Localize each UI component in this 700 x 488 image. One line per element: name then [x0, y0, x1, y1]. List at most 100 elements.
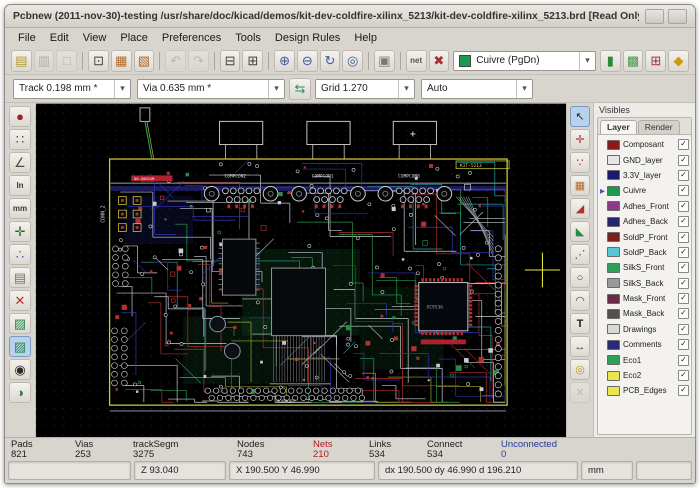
chevron-down-icon[interactable]: ▾: [516, 79, 532, 98]
local-ratsnest-button[interactable]: ∵: [570, 152, 590, 173]
chevron-down-icon[interactable]: ▾: [578, 51, 595, 70]
layer-row[interactable]: SilkS_Front ✓: [599, 260, 690, 275]
layer-color-swatch[interactable]: [607, 339, 620, 350]
layer-color-swatch[interactable]: [607, 247, 620, 258]
menu-view[interactable]: View: [76, 30, 114, 46]
layer-row[interactable]: SoldP_Back ✓: [599, 245, 690, 260]
zoom-select[interactable]: Auto ▾: [421, 78, 533, 99]
layer-visible-checkbox[interactable]: ✓: [678, 293, 689, 305]
layer-row[interactable]: Adhes_Back ✓: [599, 214, 690, 229]
layer-row[interactable]: Comments ✓: [599, 337, 690, 352]
layer-color-swatch[interactable]: [607, 278, 620, 289]
layer-color-swatch[interactable]: [607, 185, 620, 196]
grid-toggle-button[interactable]: ∷: [9, 129, 31, 150]
layer-row[interactable]: 3.3V_layer ✓: [599, 168, 690, 183]
close-button[interactable]: [668, 8, 687, 24]
layer-row[interactable]: Eco2 ✓: [599, 368, 690, 383]
design-rules-button[interactable]: ◆: [668, 49, 689, 72]
title-bar[interactable]: Pcbnew (2011-nov-30)-testing /usr/share/…: [5, 5, 695, 28]
tab-render[interactable]: Render: [637, 120, 680, 134]
layer-visible-checkbox[interactable]: ✓: [678, 200, 689, 212]
layer-visible-checkbox[interactable]: ✓: [678, 354, 689, 366]
layer-color-swatch[interactable]: [607, 355, 620, 366]
layer-row[interactable]: SilkS_Back ✓: [599, 276, 690, 291]
layer-row[interactable]: Drawings ✓: [599, 322, 690, 337]
module-viewer-button[interactable]: ▧: [133, 49, 155, 72]
units-mm-button[interactable]: mm: [9, 198, 31, 219]
layer-visible-checkbox[interactable]: ✓: [678, 139, 689, 151]
module-ratsnest-show-button[interactable]: ▤: [9, 267, 31, 288]
track-width-select[interactable]: Track 0.198 mm * ▾: [13, 78, 131, 99]
polar-coords-button[interactable]: ∠: [9, 152, 31, 173]
layer-visible-checkbox[interactable]: ✓: [678, 154, 689, 166]
layer-visible-checkbox[interactable]: ✓: [678, 246, 689, 258]
netlist-button[interactable]: net: [405, 49, 427, 72]
menu-help[interactable]: Help: [347, 30, 384, 46]
layer-row[interactable]: PCB_Edges ✓: [599, 383, 690, 398]
layer-visible-checkbox[interactable]: ✓: [678, 370, 689, 382]
redraw-button[interactable]: ↻: [319, 49, 341, 72]
maximize-button[interactable]: [645, 8, 664, 24]
layer-row[interactable]: Mask_Front ✓: [599, 291, 690, 306]
layer-row[interactable]: SoldP_Front ✓: [599, 229, 690, 244]
add-keepout-button[interactable]: ⋰: [570, 244, 590, 265]
layer-color-swatch[interactable]: [607, 155, 620, 166]
page-settings-button[interactable]: ⊡: [88, 49, 109, 72]
layer-visible-checkbox[interactable]: ✓: [678, 323, 689, 335]
grid-frame-button[interactable]: ⊞: [645, 49, 667, 72]
zoom-out-button[interactable]: ⊖: [296, 49, 318, 72]
add-module-button[interactable]: ▦: [570, 175, 590, 196]
layer-color-swatch[interactable]: [607, 262, 620, 273]
zones-show-button[interactable]: ▨: [9, 313, 31, 334]
add-target-button[interactable]: ◎: [570, 359, 590, 380]
print-button[interactable]: ⊟: [219, 49, 241, 72]
menu-file[interactable]: File: [11, 30, 43, 46]
layer-visible-checkbox[interactable]: ✓: [678, 216, 689, 228]
drc-ladybug-button[interactable]: ●: [9, 106, 31, 127]
menu-design-rules[interactable]: Design Rules: [268, 30, 347, 46]
add-text-button[interactable]: T: [570, 313, 590, 334]
drc-bug-button[interactable]: ✖: [428, 49, 450, 72]
layer-color-swatch[interactable]: [607, 232, 620, 243]
open-board-button[interactable]: ▤: [11, 49, 32, 72]
layer-visible-checkbox[interactable]: ✓: [678, 231, 689, 243]
ratsnest-show-button[interactable]: ∴: [9, 244, 31, 265]
autodel-tracks-button[interactable]: ✕: [9, 290, 31, 311]
layer-color-swatch[interactable]: [607, 216, 620, 227]
menu-preferences[interactable]: Preferences: [155, 30, 228, 46]
layer-color-swatch[interactable]: [607, 370, 620, 381]
module-editor-button[interactable]: ▦: [110, 49, 132, 72]
layer-visible-checkbox[interactable]: ✓: [678, 308, 689, 320]
tab-layer[interactable]: Layer: [600, 120, 637, 134]
via-size-select[interactable]: Via 0.635 mm * ▾: [137, 78, 285, 99]
units-inch-button[interactable]: In: [9, 175, 31, 196]
layer-color-swatch[interactable]: [607, 324, 620, 335]
menu-tools[interactable]: Tools: [228, 30, 268, 46]
layer-color-swatch[interactable]: [607, 139, 620, 150]
chevron-down-icon[interactable]: ▾: [268, 79, 284, 98]
grid-select[interactable]: Grid 1.270 ▾: [315, 78, 415, 99]
layer-row[interactable]: Composant ✓: [599, 137, 690, 152]
find-button[interactable]: ▣: [374, 49, 395, 72]
layer-visible-checkbox[interactable]: ✓: [678, 339, 689, 351]
high-contrast-button[interactable]: ◑: [9, 382, 31, 403]
select-tool-button[interactable]: ↖: [570, 106, 590, 127]
zones-outline-button[interactable]: ▨: [9, 336, 31, 357]
layer-color-swatch[interactable]: [607, 308, 620, 319]
plot-button[interactable]: ⊞: [242, 49, 264, 72]
track-mode-button[interactable]: ▮: [599, 49, 621, 72]
layer-visible-checkbox[interactable]: ✓: [678, 169, 689, 181]
layer-row[interactable]: Eco1 ✓: [599, 352, 690, 367]
layer-visible-checkbox[interactable]: ✓: [678, 277, 689, 289]
layer-select[interactable]: Cuivre (PgDn) ▾: [453, 50, 596, 71]
zoom-fit-button[interactable]: ◎: [342, 49, 364, 72]
zoom-in-button[interactable]: ⊕: [274, 49, 295, 72]
menu-edit[interactable]: Edit: [43, 30, 76, 46]
layer-visible-checkbox[interactable]: ✓: [678, 385, 689, 397]
auto-track-width-button[interactable]: ⇆: [289, 77, 311, 100]
layer-color-swatch[interactable]: [607, 170, 620, 181]
layer-visible-checkbox[interactable]: ✓: [678, 262, 689, 274]
layer-color-swatch[interactable]: [607, 385, 620, 396]
layer-row[interactable]: Mask_Back ✓: [599, 306, 690, 321]
layer-visible-checkbox[interactable]: ✓: [678, 185, 689, 197]
